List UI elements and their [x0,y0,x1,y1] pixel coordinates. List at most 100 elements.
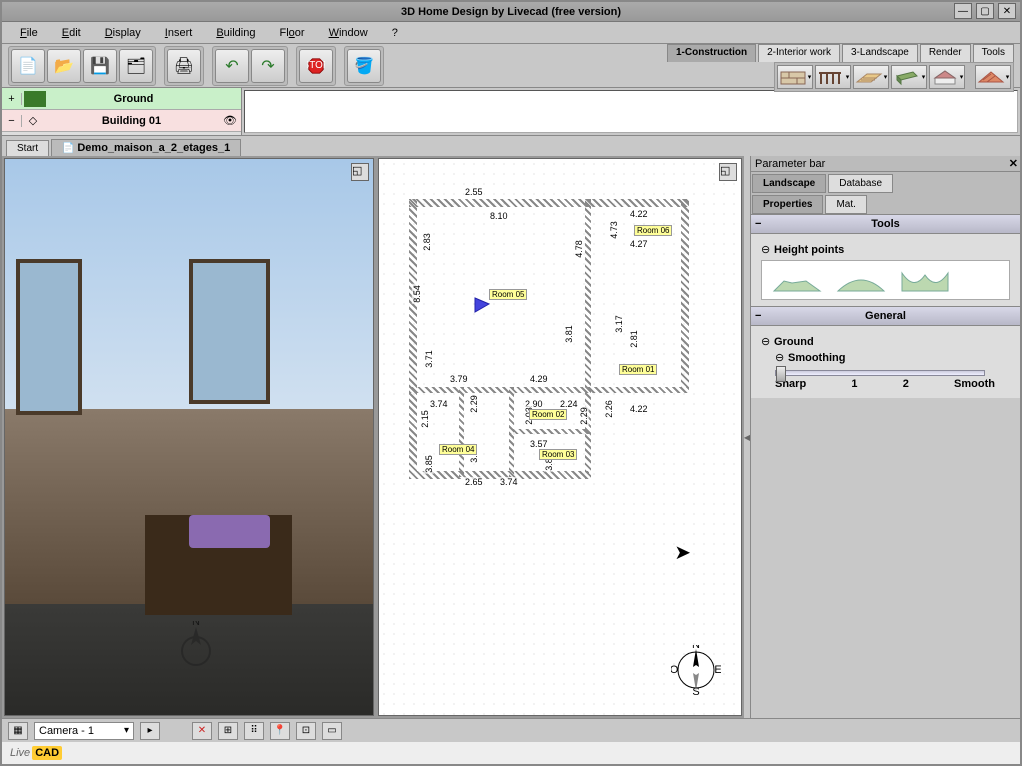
param-tab-properties[interactable]: Properties [752,195,823,214]
viewport-3d-maximize[interactable]: ◱ [351,163,369,181]
viewport-2d-maximize[interactable]: ◱ [719,163,737,181]
doc-tab-start[interactable]: Start [6,140,49,156]
layers-preview-area [244,90,1018,133]
grid-mode-button[interactable]: ▦ [8,722,28,740]
tab-tools[interactable]: Tools [973,44,1014,62]
tab-interior[interactable]: 2-Interior work [758,44,840,62]
redo-button[interactable]: ↷ [251,49,285,83]
camera-nav-button[interactable]: ▸ [140,722,160,740]
print-tool-group: 🖨 [164,46,204,86]
layer-building-toggle[interactable]: − [2,115,22,127]
building-icon: ◇ [22,114,44,127]
room-label: Room 06 [634,225,672,236]
dim: 2.29 [579,406,589,426]
param-tab-mat[interactable]: Mat. [825,195,866,214]
print-button[interactable]: 🖨 [167,49,201,83]
room-label: Room 01 [619,364,657,375]
undo-button[interactable]: ↶ [215,49,249,83]
ground-toggle[interactable]: ⊖ [761,335,771,348]
save-as-button[interactable]: 🗂 [119,49,153,83]
layer-building-visibility[interactable]: 👁 [219,114,241,127]
house-tool[interactable]: ▾ [929,65,965,89]
tools-collapse[interactable]: − [755,218,761,230]
snap-off-button[interactable]: ✕ [192,722,212,740]
dim: 4.78 [574,239,584,259]
new-file-button[interactable]: 📄 [11,49,45,83]
menu-help[interactable]: ? [382,25,408,41]
smoothing-label: Smoothing [788,352,845,364]
3d-pillow [189,515,270,548]
dim: 3.74 [429,399,449,409]
dim: 2.24 [559,399,579,409]
parameter-bar-close[interactable]: ✕ [1009,157,1018,170]
height-flat-tool[interactable] [772,267,822,293]
snap-endpoint-button[interactable]: ⊡ [296,722,316,740]
tab-landscape[interactable]: 3-Landscape [842,44,918,62]
svg-text:N: N [192,621,200,628]
walls-tool[interactable]: ▾ [777,65,813,89]
viewport-2d[interactable]: ◱ 2.55 8.10 4.22 4.73 4.27 4.78 8.54 [378,158,742,716]
general-section-header: − General [751,306,1020,326]
snap-grid-button[interactable]: ⊞ [218,722,238,740]
dim: 4.27 [629,239,649,249]
menu-insert[interactable]: Insert [155,25,203,41]
smoothing-slider-track[interactable] [775,370,985,376]
camera-select[interactable]: Camera - 1 [34,722,134,740]
beam-tool[interactable]: ▾ [891,65,927,89]
footer: Live CAD [2,742,1020,764]
dim: 8.10 [489,211,509,221]
param-tab-database[interactable]: Database [828,174,893,193]
floor-icon [855,68,883,86]
wall-mid [585,199,591,479]
dim: 2.81 [629,329,639,349]
footer-brand2: CAD [32,746,62,760]
close-button[interactable]: ✕ [998,3,1016,19]
doc-tab-demo-label: Demo_maison_a_2_etages_1 [77,142,230,154]
wall-mid [409,387,689,393]
height-points-toggle[interactable]: ⊖ [761,243,771,256]
save-button[interactable]: 💾 [83,49,117,83]
snap-points-button[interactable]: ⠿ [244,722,264,740]
height-valley-tool[interactable] [900,267,950,293]
layer-building[interactable]: − ◇ Building 01 👁 [2,110,241,132]
param-tab-landscape[interactable]: Landscape [752,174,826,193]
layer-ground[interactable]: + Ground [2,88,241,110]
smoothing-slider-thumb[interactable] [776,366,786,382]
tab-render[interactable]: Render [920,44,971,62]
compass-2d-icon: N S E O [671,645,721,695]
terrain-hill-icon [836,267,886,293]
stop-button[interactable]: STOP [299,49,333,83]
roof-tool[interactable]: ▾ [975,65,1011,89]
viewport-3d[interactable]: N ◱ [4,158,374,716]
snap-select-button[interactable]: ▭ [322,722,342,740]
railing-icon [817,68,845,86]
railing-tool[interactable]: ▾ [815,65,851,89]
general-collapse[interactable]: − [755,310,761,322]
minimize-button[interactable]: — [954,3,972,19]
compass-e: E [714,664,721,676]
menu-display[interactable]: Display [95,25,151,41]
statusbar: ▦ Camera - 1 ▸ ✕ ⊞ ⠿ 📍 ⊡ ▭ [2,718,1020,742]
smoothing-toggle[interactable]: ⊖ [775,351,785,364]
menu-file[interactable]: File [10,25,48,41]
open-file-button[interactable]: 📂 [47,49,81,83]
stop-icon: STOP [307,57,325,75]
maximize-button[interactable]: ▢ [976,3,994,19]
layer-ground-toggle[interactable]: + [2,93,22,105]
doc-tab-demo[interactable]: 📄 Demo_maison_a_2_etages_1 [51,139,241,156]
wall-mid [459,387,464,477]
menu-edit[interactable]: Edit [52,25,91,41]
floor-tool[interactable]: ▾ [853,65,889,89]
snap-pin-button[interactable]: 📍 [270,722,290,740]
layers-row: + Ground − ◇ Building 01 👁 [2,88,1020,136]
menu-window[interactable]: Window [319,25,378,41]
slider-label-2: 2 [903,378,909,390]
tab-construction[interactable]: 1-Construction [667,44,756,62]
paint-button[interactable]: 🪣 [347,49,381,83]
compass-o: O [671,664,679,676]
menu-floor[interactable]: Floor [269,25,314,41]
height-point-icons [761,260,1010,300]
undo-tool-group: ↶ ↷ [212,46,288,86]
height-hill-tool[interactable] [836,267,886,293]
menu-building[interactable]: Building [206,25,265,41]
